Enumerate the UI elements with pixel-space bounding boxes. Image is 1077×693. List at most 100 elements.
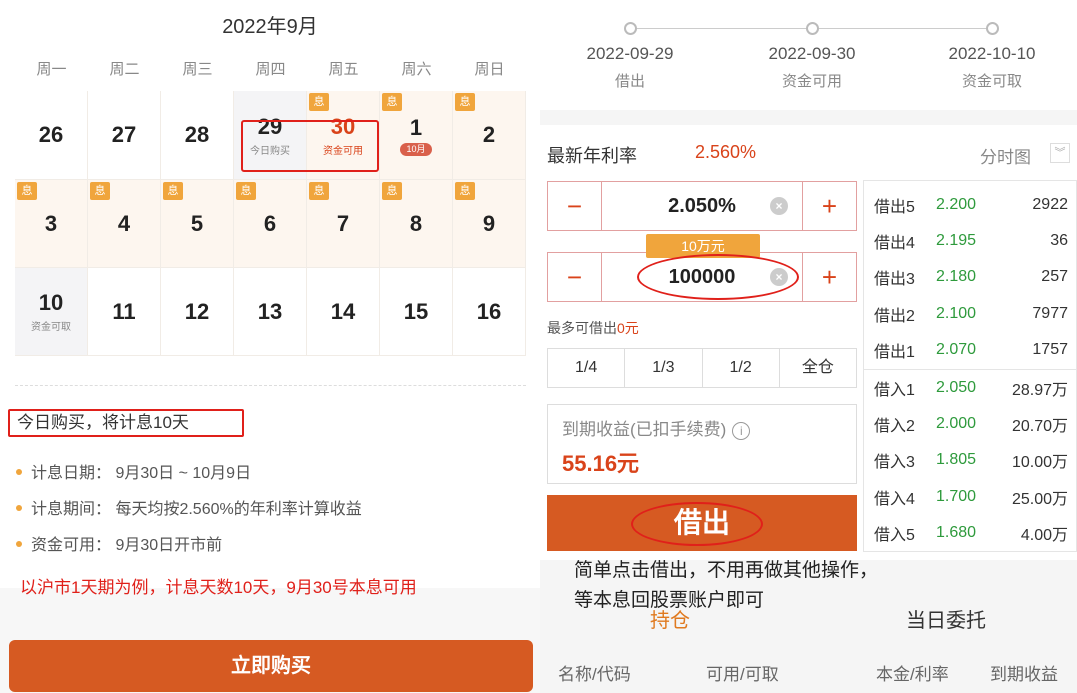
calendar-day[interactable]: 息8: [380, 180, 453, 268]
order-book-row[interactable]: 借入2 2.000 20.70万: [864, 406, 1077, 442]
calendar-day[interactable]: 26: [15, 91, 88, 180]
order-book-row[interactable]: 借出1 2.070 1757: [864, 332, 1077, 368]
tab-holdings[interactable]: 持仓: [650, 604, 690, 633]
column-principal: 本金/利率: [876, 665, 949, 684]
month-title: 2022年9月: [222, 16, 318, 38]
order-book-row[interactable]: 借入3 1.805 10.00万: [864, 442, 1077, 478]
interest-badge: 息: [382, 182, 402, 200]
weekday: 周一: [36, 61, 67, 78]
interest-badge: 息: [455, 182, 475, 200]
fraction-quarter-button[interactable]: 1/4: [548, 349, 626, 387]
calendar-day[interactable]: 息4: [88, 180, 161, 268]
section-divider: [540, 110, 1077, 125]
overlay-note-line: 等本息回股票账户即可: [574, 590, 765, 611]
book-level: 借入1: [874, 382, 915, 399]
timeline-date: 2022-09-30: [768, 44, 856, 63]
book-rate: 2.050: [936, 379, 977, 396]
order-book-row[interactable]: 借入5 1.680 4.00万: [864, 515, 1077, 551]
plus-button[interactable]: +: [802, 182, 856, 230]
book-volume: 1757: [1032, 340, 1068, 358]
calendar-day[interactable]: 27: [88, 91, 161, 180]
clear-icon[interactable]: ×: [770, 197, 788, 215]
book-rate: 2.100: [936, 304, 977, 322]
timeshare-link[interactable]: 分时图: [980, 143, 1031, 168]
calendar-day[interactable]: 息7: [307, 180, 380, 268]
day-number: 6: [263, 210, 277, 236]
highlight-oval: [637, 254, 799, 300]
tab-today-orders[interactable]: 当日委托: [906, 604, 986, 633]
day-number: 27: [111, 122, 137, 147]
order-book-row[interactable]: 借入1 2.050 28.97万: [864, 370, 1077, 406]
calendar-day[interactable]: 息9: [453, 180, 526, 268]
calendar-day[interactable]: 15: [380, 268, 453, 356]
interest-badge: 息: [309, 182, 329, 200]
bullet-dot: [16, 504, 22, 511]
calendar-day[interactable]: 10 资金可取: [15, 268, 88, 356]
book-level: 借出4: [874, 235, 915, 253]
order-book-row[interactable]: 借出2 2.100 7977: [864, 296, 1077, 332]
book-level: 借出5: [874, 199, 915, 216]
minus-button[interactable]: −: [548, 253, 602, 301]
book-rate: 2.200: [936, 196, 977, 213]
calendar-day[interactable]: 息5: [161, 180, 234, 268]
book-level: 借出3: [874, 271, 915, 289]
calendar-day[interactable]: 息 1 10月: [380, 91, 453, 180]
day-number: 1: [409, 114, 423, 140]
order-book-row[interactable]: 借出4 2.195 36: [864, 223, 1077, 259]
book-level: 借出2: [874, 307, 915, 325]
bullet-dot: [16, 468, 22, 475]
income-box: 到期收益(已扣手续费) i 55.16元: [547, 404, 857, 484]
interest-badge: 息: [163, 182, 183, 200]
calendar-day[interactable]: 12: [161, 268, 234, 356]
minus-button[interactable]: −: [548, 182, 602, 230]
calendar-day[interactable]: 13: [234, 268, 307, 356]
order-book-row[interactable]: 借出3 2.180 257: [864, 259, 1077, 295]
fraction-third-button[interactable]: 1/3: [625, 349, 703, 387]
book-rate: 1.680: [936, 523, 977, 541]
weekday: 周二: [109, 61, 140, 78]
weekday: 周四: [255, 61, 286, 78]
buy-now-button[interactable]: 立即购买: [9, 640, 533, 692]
calendar-day[interactable]: 息3: [15, 180, 88, 268]
calendar-day[interactable]: 14: [307, 268, 380, 356]
price-input[interactable]: 2.050% ×: [602, 182, 802, 230]
chevron-down-icon[interactable]: ︾: [1050, 143, 1070, 163]
book-rate: 2.070: [936, 340, 977, 358]
book-volume: 25.00万: [1011, 490, 1068, 508]
interest-badge: 息: [17, 182, 37, 200]
plus-button[interactable]: +: [802, 253, 856, 301]
book-volume: 4.00万: [1020, 526, 1068, 544]
info-icon[interactable]: i: [732, 422, 751, 440]
fraction-all-button[interactable]: 全仓: [780, 349, 856, 387]
timeline-label: 资金可用: [781, 73, 842, 90]
column-income: 到期收益: [990, 665, 1058, 684]
calendar-day[interactable]: 11: [88, 268, 161, 356]
income-label: 到期收益(已扣手续费): [562, 420, 727, 439]
weekday: 周六: [401, 61, 432, 78]
timeline-dot: [806, 22, 819, 35]
order-book-row[interactable]: 借出5 2.200 2922: [864, 187, 1077, 223]
timeline-line: [630, 28, 810, 29]
weekday: 周日: [474, 61, 505, 78]
book-volume: 28.97万: [1011, 382, 1068, 399]
timeline-dot: [986, 22, 999, 35]
weekday-header: 周一 周二 周三 周四 周五 周六 周日: [15, 58, 526, 79]
calendar-day[interactable]: 息2: [453, 91, 526, 180]
book-volume: 2922: [1032, 196, 1068, 213]
book-level: 借入4: [874, 490, 915, 508]
day-number: 7: [336, 210, 350, 236]
book-volume: 10.00万: [1011, 454, 1068, 472]
book-rate: 1.805: [936, 451, 977, 469]
max-lend-text: 最多可借出: [547, 320, 617, 336]
info-text: 计息日期： 9月30日 ~ 10月9日: [31, 465, 252, 482]
calendar-day[interactable]: 28: [161, 91, 234, 180]
month-pill: 10月: [400, 142, 432, 156]
calendar-day[interactable]: 16: [453, 268, 526, 356]
fraction-half-button[interactable]: 1/2: [703, 349, 780, 387]
info-item: 计息日期： 9月30日 ~ 10月9日: [16, 459, 251, 483]
day-number: 8: [409, 210, 423, 236]
calendar-day[interactable]: 息6: [234, 180, 307, 268]
order-book: 借出5 2.200 2922 借出4 2.195 36 借出3 2.180 257 借出2 2.10…: [863, 180, 1077, 552]
interest-badge: 息: [90, 182, 110, 200]
order-book-row[interactable]: 借入4 1.700 25.00万: [864, 479, 1077, 515]
